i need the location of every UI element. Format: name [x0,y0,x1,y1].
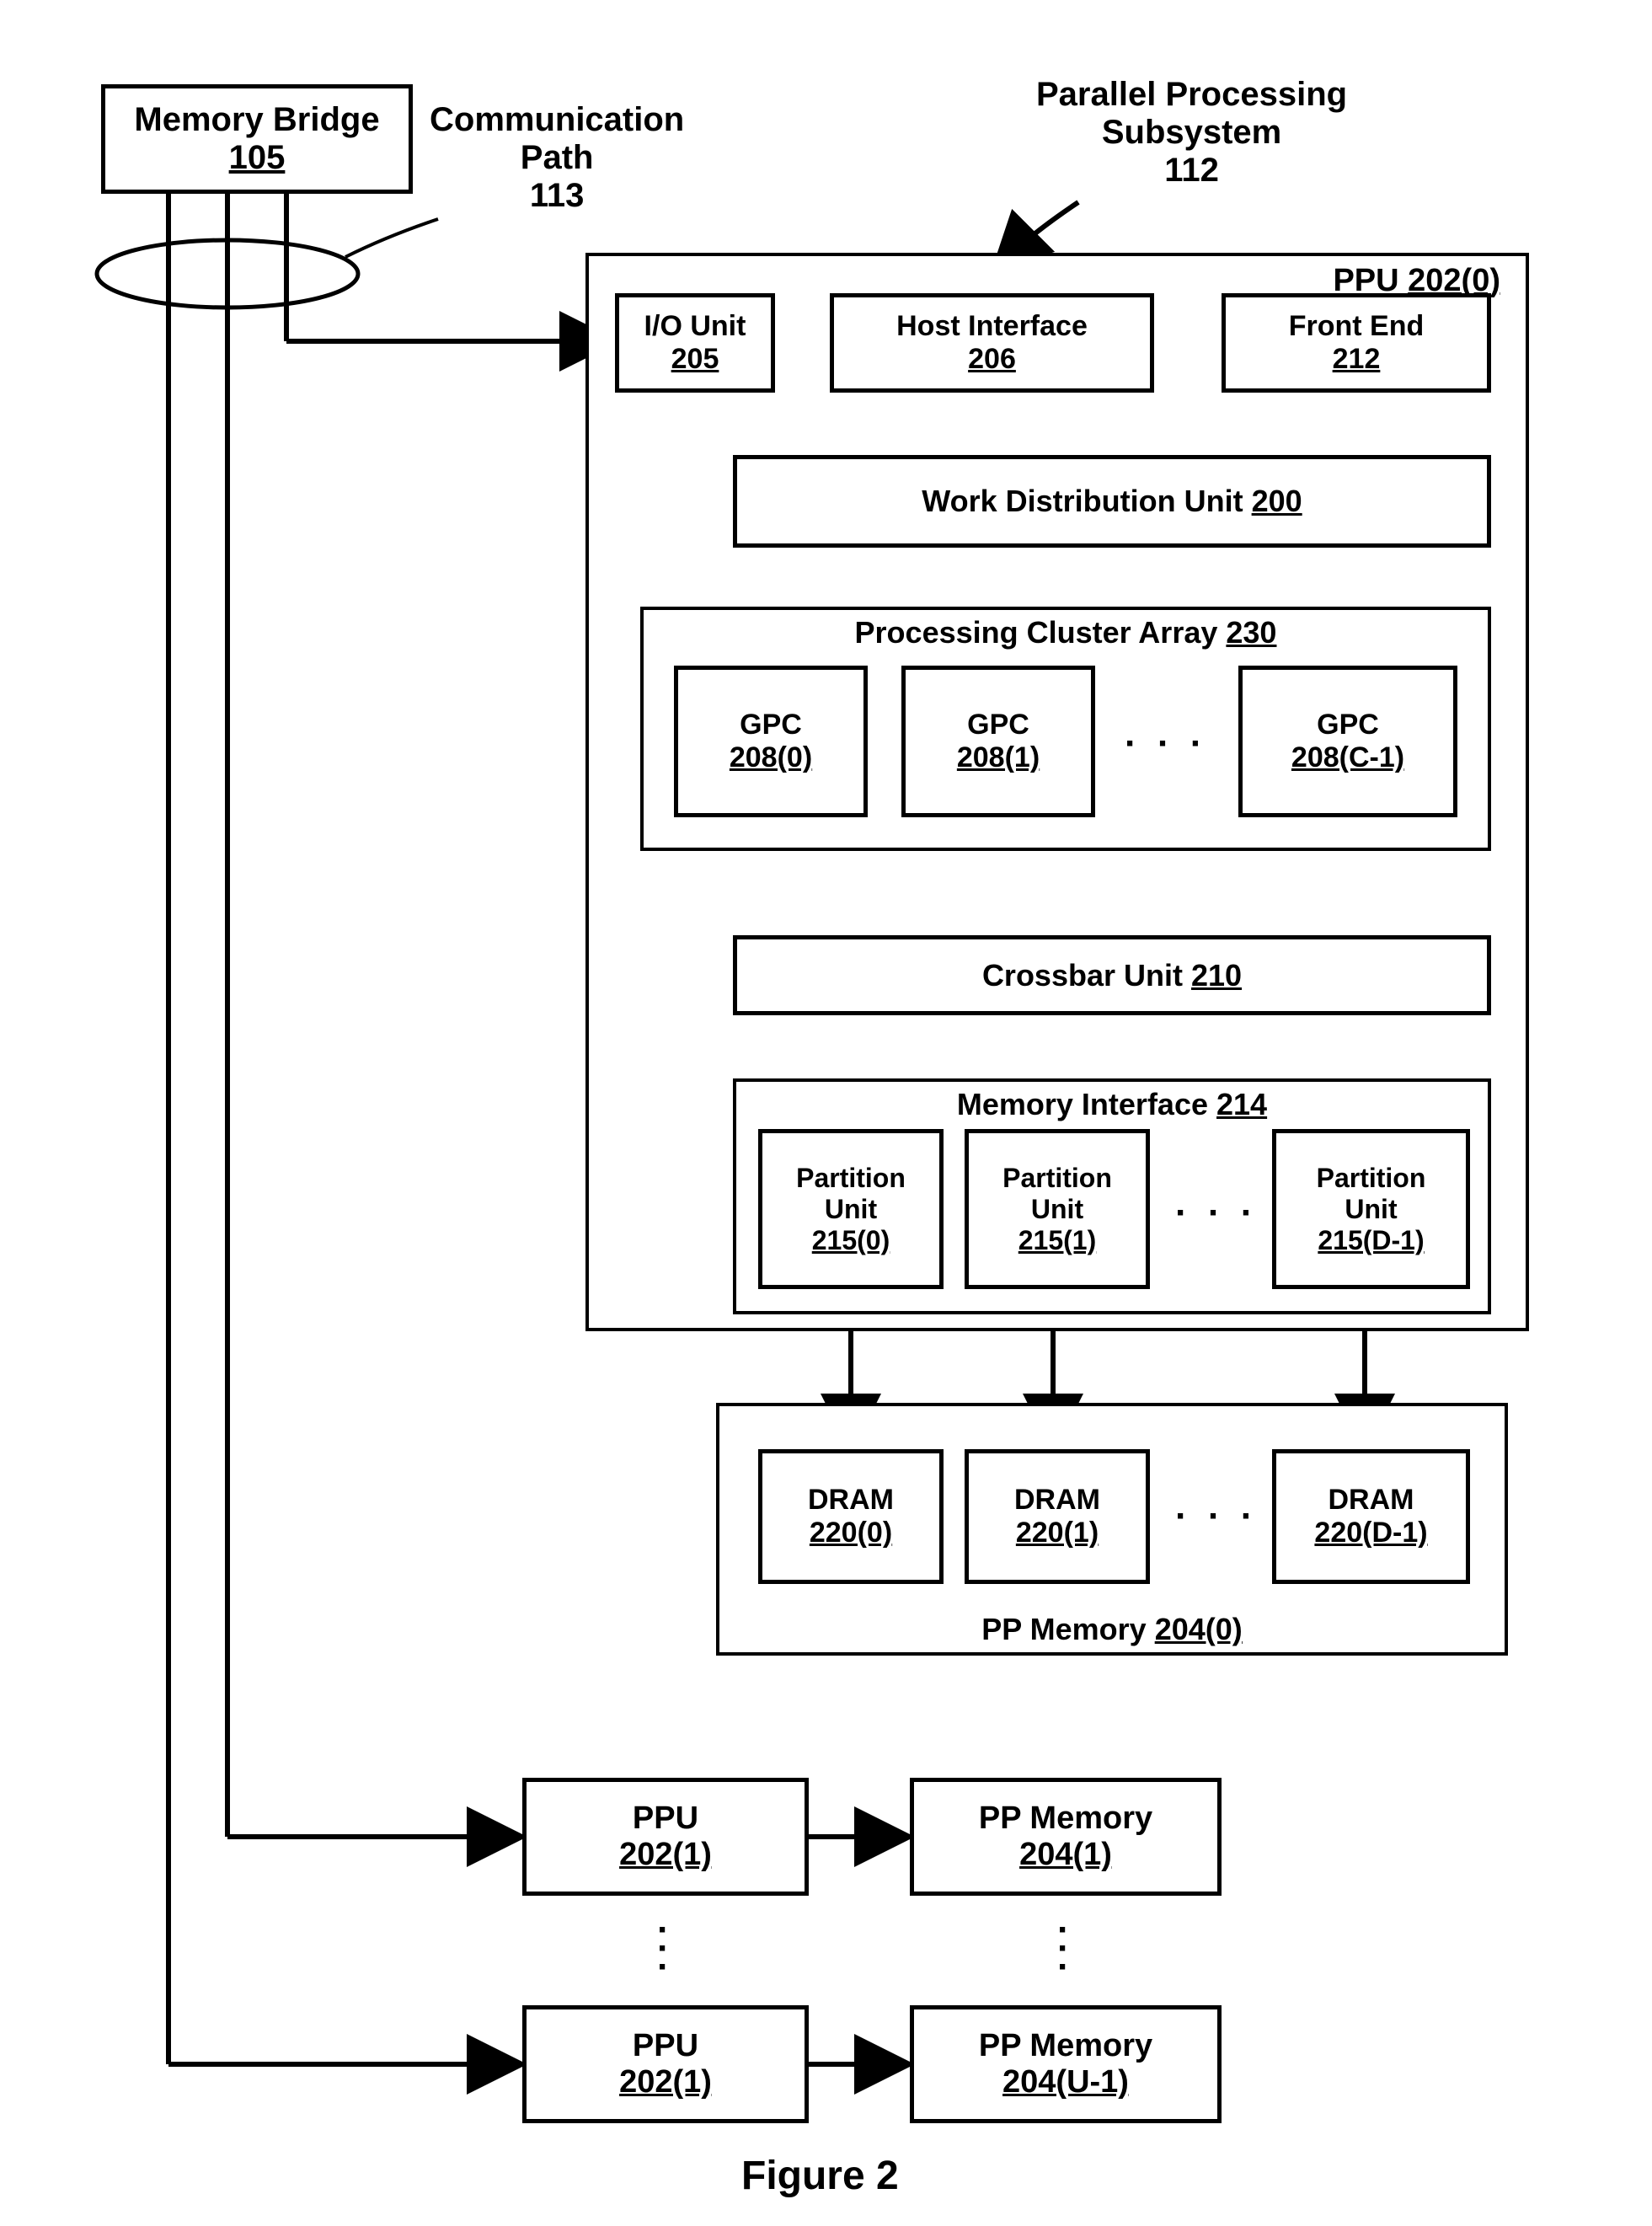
ppmem-vdots: ··· [1057,1921,1070,1977]
comm-path-t1: Communication [430,101,684,139]
front-end-block: Front End 212 [1222,293,1491,393]
comm-path-ref: 113 [430,177,684,215]
dramD-block: DRAM 220(D-1) [1272,1449,1470,1584]
wdu-ref: 200 [1252,484,1302,519]
ppuU-ref: 202(1) [619,2064,712,2100]
pu1-t1: Partition [1002,1163,1112,1194]
dram1-title: DRAM [1014,1484,1100,1517]
dramD-title: DRAM [1329,1484,1414,1517]
ppmem0-title: PP Memory 204(0) [981,1612,1243,1647]
figure-title: Figure 2 [741,2153,899,2199]
ppuU-title: PPU [633,2028,698,2064]
pu-ellipsis: · · · [1175,1192,1258,1234]
host-if-ref: 206 [968,343,1016,376]
gpcC-title: GPC [1317,709,1379,741]
ppmem1-block: PP Memory 204(1) [910,1778,1222,1896]
work-dist-block: Work Distribution Unit 200 [733,455,1491,548]
subsystem-label: Parallel Processing Subsystem 112 [1036,76,1347,190]
memif-title: Memory Interface 214 [957,1087,1267,1122]
io-unit-block: I/O Unit 205 [615,293,775,393]
memory-bridge-ref: 105 [229,139,286,177]
crossbar-block: Crossbar Unit 210 [733,935,1491,1015]
pu0-t2: Unit [825,1194,877,1225]
pu0-ref: 215(0) [812,1225,890,1256]
gpc0-ref: 208(0) [730,741,812,774]
memory-bridge-title: Memory Bridge [134,101,379,139]
ppmem1-ref: 204(1) [1019,1837,1112,1873]
pca-title: Processing Cluster Array 230 [855,615,1277,650]
gpc-ellipsis: · · · [1125,723,1207,765]
ppmem1-title: PP Memory [979,1801,1152,1837]
gpc1-block: GPC 208(1) [901,666,1095,817]
dram0-ref: 220(0) [810,1517,892,1549]
front-end-ref: 212 [1333,343,1381,376]
dram-ellipsis: · · · [1175,1496,1258,1538]
ppu1-title: PPU [633,1801,698,1837]
dram0-block: DRAM 220(0) [758,1449,944,1584]
puD-t1: Partition [1317,1163,1426,1194]
io-unit-ref: 205 [671,343,719,376]
pu1-ref: 215(1) [1018,1225,1097,1256]
pu1-t2: Unit [1031,1194,1083,1225]
host-if-title: Host Interface [896,310,1088,343]
dram1-ref: 220(1) [1016,1517,1099,1549]
gpc0-title: GPC [740,709,802,741]
wdu-title: Work Distribution Unit [922,484,1243,519]
gpc1-ref: 208(1) [957,741,1040,774]
puD-ref: 215(D-1) [1318,1225,1424,1256]
pu0-block: Partition Unit 215(0) [758,1129,944,1289]
ppu1-ref: 202(1) [619,1837,712,1873]
xbar-ref: 210 [1191,958,1242,993]
gpcC-block: GPC 208(C-1) [1238,666,1457,817]
comm-path-t2: Path [430,139,684,177]
dram1-block: DRAM 220(1) [965,1449,1150,1584]
host-interface-block: Host Interface 206 [830,293,1154,393]
io-unit-title: I/O Unit [644,310,746,343]
subsystem-ref: 112 [1036,152,1347,190]
front-end-title: Front End [1289,310,1425,343]
comm-path-label: Communication Path 113 [430,101,684,215]
ppmemU-ref: 204(U-1) [1002,2064,1129,2100]
pu0-t1: Partition [796,1163,906,1194]
ppmemU-block: PP Memory 204(U-1) [910,2005,1222,2123]
dramD-ref: 220(D-1) [1314,1517,1427,1549]
subsystem-t2: Subsystem [1036,114,1347,152]
ppmemU-title: PP Memory [979,2028,1152,2064]
puD-block: Partition Unit 215(D-1) [1272,1129,1470,1289]
pu1-block: Partition Unit 215(1) [965,1129,1150,1289]
gpcC-ref: 208(C-1) [1291,741,1404,774]
dram0-title: DRAM [808,1484,894,1517]
ppu-vdots: ··· [657,1921,670,1977]
xbar-title: Crossbar Unit [982,958,1183,993]
gpc1-title: GPC [967,709,1029,741]
ppuU-block: PPU 202(1) [522,2005,809,2123]
subsystem-t1: Parallel Processing [1036,76,1347,114]
memory-bridge-block: Memory Bridge 105 [101,84,413,194]
puD-t2: Unit [1345,1194,1397,1225]
ppu1-block: PPU 202(1) [522,1778,809,1896]
gpc0-block: GPC 208(0) [674,666,868,817]
